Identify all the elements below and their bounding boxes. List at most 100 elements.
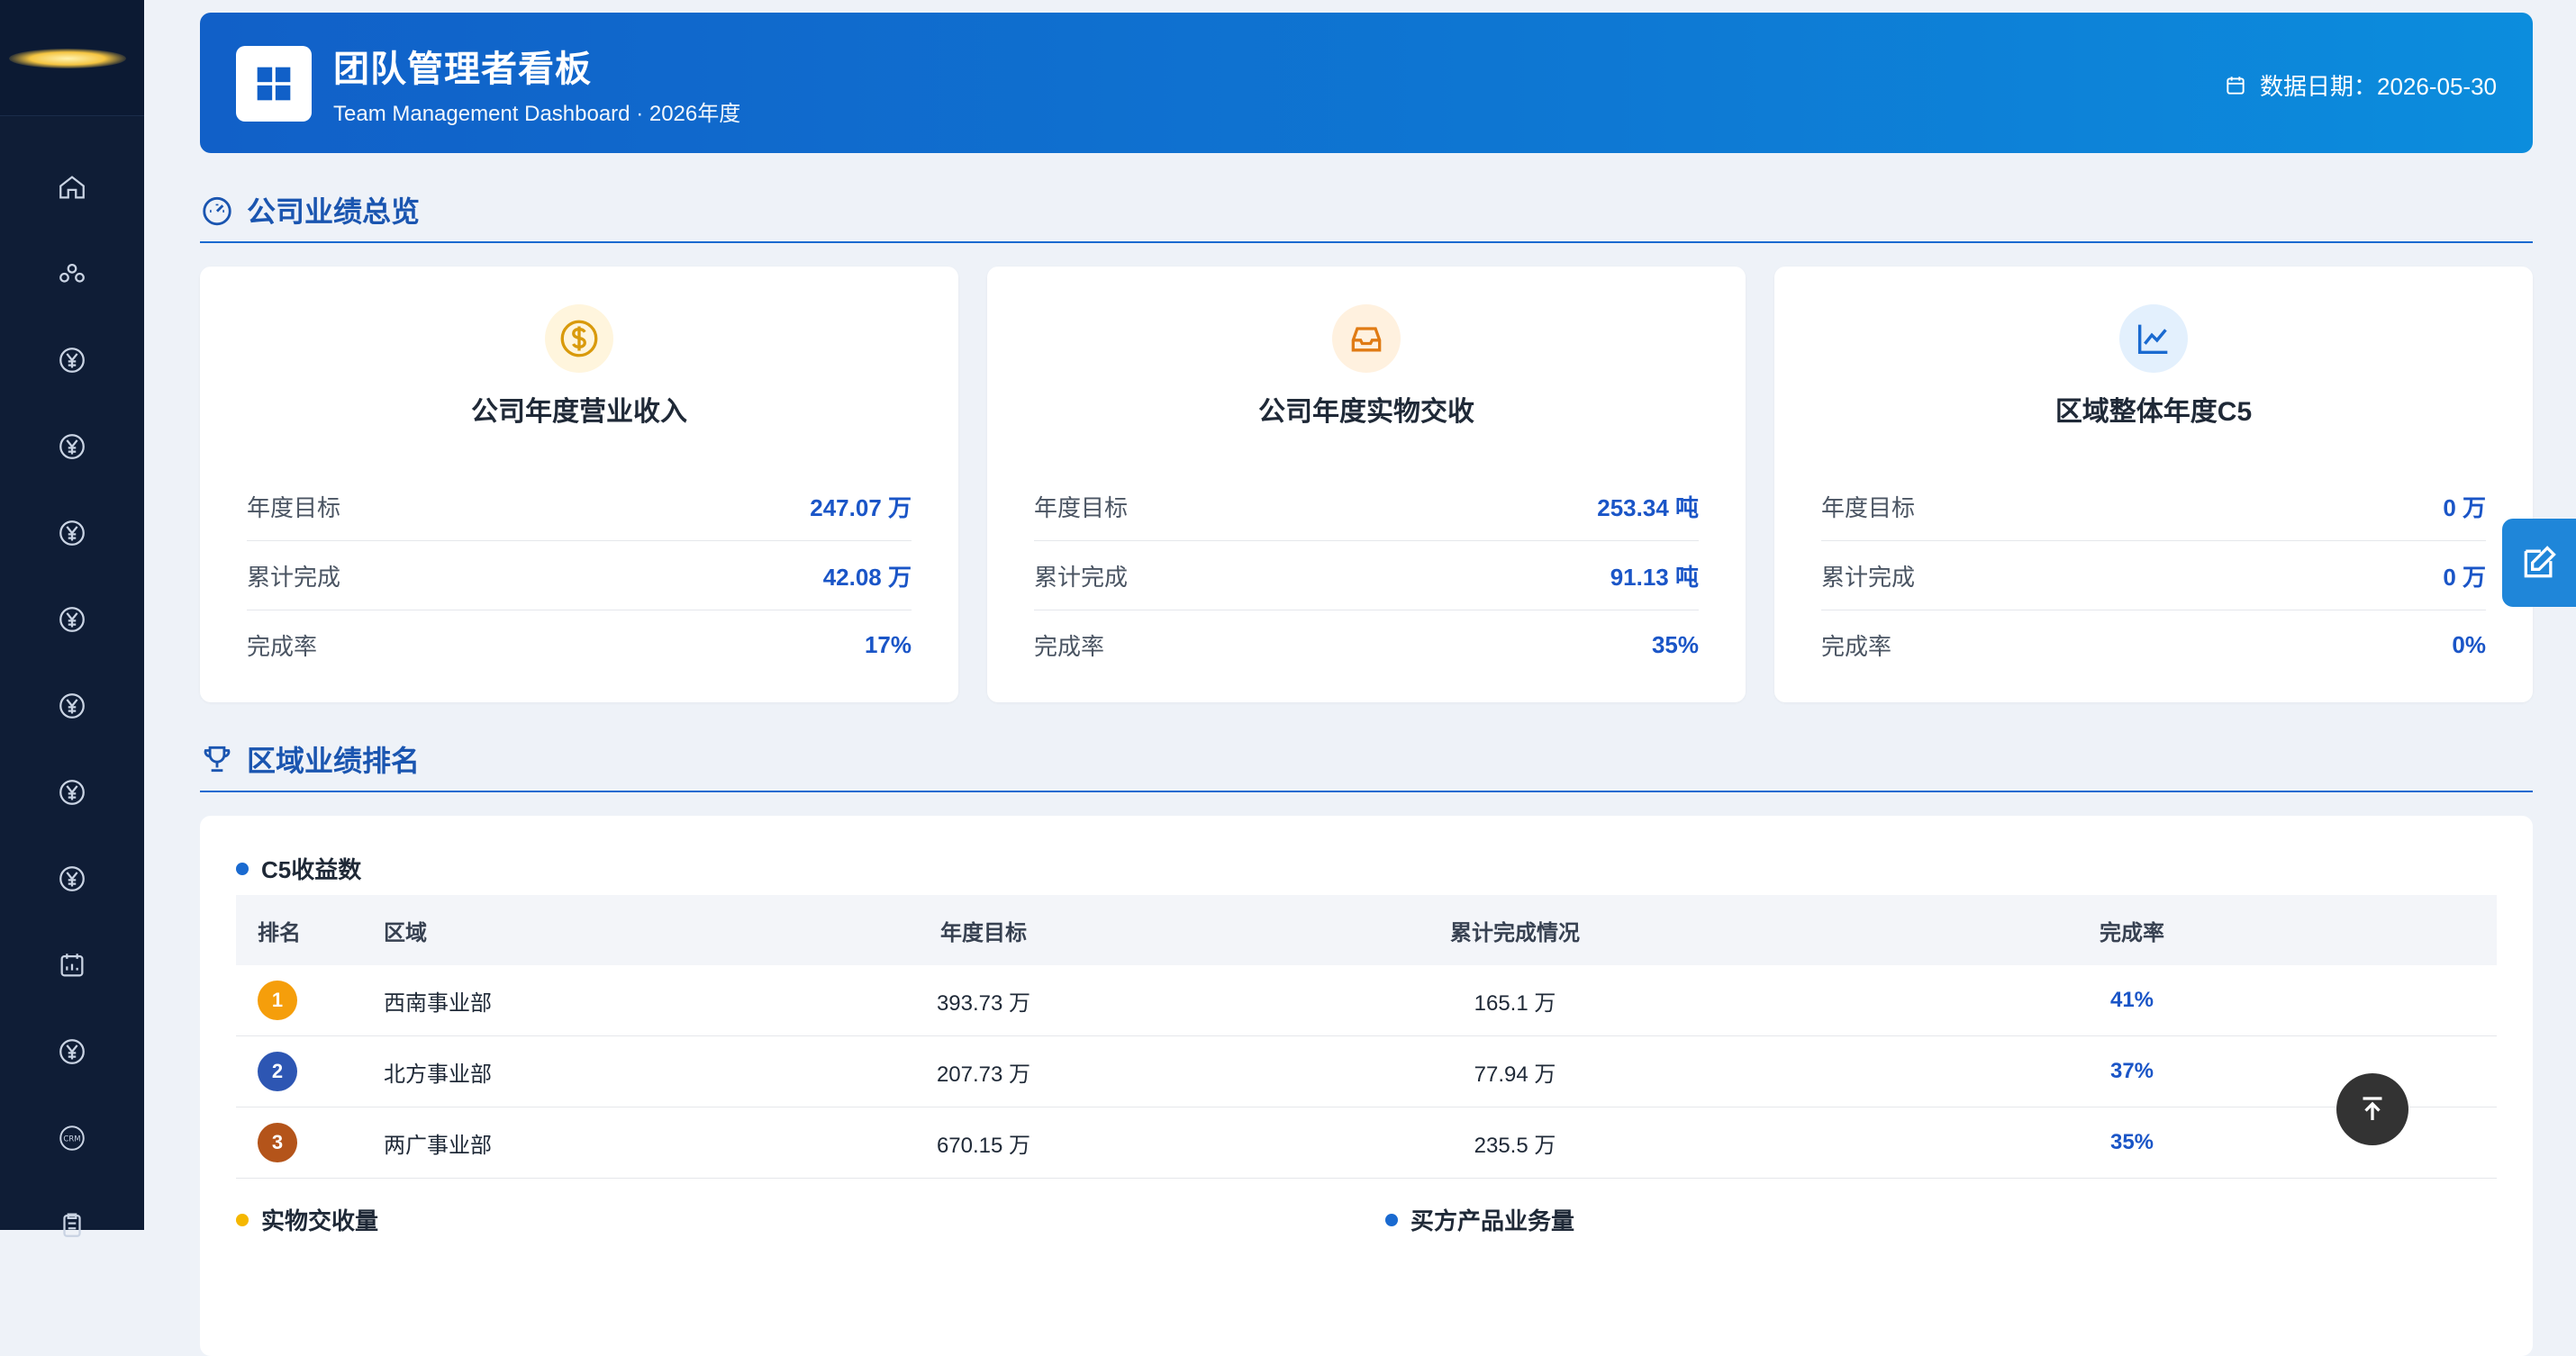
sidebar-item-finance-4[interactable]	[0, 576, 144, 663]
calendar-chart-icon	[60, 954, 84, 977]
logo[interactable]	[9, 49, 126, 68]
overview-section-header: 公司业绩总览	[200, 153, 2533, 243]
yen-icon	[59, 693, 85, 719]
col-region: 区域	[384, 920, 427, 945]
card-row-target: 年度目标 253.34 吨	[1034, 472, 1699, 541]
team-icon	[59, 263, 85, 283]
sidebar-item-crm[interactable]: CRM	[0, 1095, 144, 1181]
sidebar-item-finance-8[interactable]	[0, 1008, 144, 1095]
delivery-volume-title: 实物交收量	[236, 1203, 378, 1236]
ranking-section-header: 区域业绩排名	[200, 702, 2533, 792]
card-row-rate: 完成率 17%	[247, 610, 912, 679]
data-date-text: 数据日期：2026-05-30	[2260, 73, 2497, 100]
sidebar-item-finance-6[interactable]	[0, 749, 144, 836]
panel-title: C5收益数	[236, 852, 361, 885]
card-title: 公司年度实物交收	[1258, 397, 1474, 427]
calendar-icon	[2227, 76, 2245, 95]
sidebar-item-home[interactable]	[0, 144, 144, 231]
page-title: 团队管理者看板	[333, 50, 592, 89]
row-value: 0%	[2452, 630, 2486, 658]
card-row-done: 累计完成 0 万	[1821, 541, 2486, 610]
yen-icon	[59, 348, 85, 373]
edit-float-button[interactable]	[2502, 519, 2576, 607]
row-value: 253.34 吨	[1597, 493, 1699, 521]
done-cell: 235.5 万	[1263, 1107, 1767, 1179]
yen-icon	[59, 1039, 85, 1064]
rank-badge: 2	[258, 1052, 297, 1091]
card-title: 公司年度营业收入	[471, 397, 687, 427]
yen-icon	[59, 520, 85, 546]
row-value: 247.07 万	[810, 493, 912, 521]
grid-icon	[257, 67, 291, 101]
table-row: 1 西南事业部 393.73 万 165.1 万 41%	[236, 965, 2497, 1036]
row-label: 年度目标	[1034, 493, 1129, 521]
sidebar: CRM	[0, 0, 144, 1237]
row-label: 完成率	[1821, 632, 1892, 660]
rank-badge: 3	[258, 1123, 297, 1162]
yen-icon	[59, 607, 85, 632]
row-label: 完成率	[1034, 632, 1105, 660]
row-label: 完成率	[247, 632, 318, 660]
svg-text:CRM: CRM	[63, 1135, 80, 1144]
table-row: 3 两广事业部 670.15 万 235.5 万 35%	[236, 1107, 2497, 1179]
sidebar-item-finance-2[interactable]	[0, 403, 144, 490]
row-value: 91.13 吨	[1610, 563, 1699, 591]
sidebar-item-finance-1[interactable]	[0, 317, 144, 403]
row-value: 17%	[864, 630, 912, 658]
row-label: 累计完成	[247, 563, 341, 591]
page-subtitle: Team Management Dashboard · 2026年度	[333, 102, 741, 126]
rank-badge: 1	[258, 981, 297, 1020]
col-rank: 排名	[258, 920, 301, 945]
sidebar-nav: CRM	[0, 144, 144, 1268]
card-row-rate: 完成率 0%	[1821, 610, 2486, 679]
buyer-volume-title: 买方产品业务量	[1385, 1203, 1574, 1236]
card-title: 区域整体年度C5	[2054, 397, 2253, 427]
col-rate: 完成率	[2100, 920, 2164, 945]
ranking-section-title: 区域业绩排名	[247, 745, 421, 777]
card-row-done: 累计完成 42.08 万	[247, 541, 912, 610]
ranking-table: 排名 区域 年度目标 累计完成情况 完成率 1 西南事业部 393.73 万 1…	[236, 895, 2497, 1179]
target-cell: 670.15 万	[704, 1107, 1263, 1179]
overview-section-title: 公司业绩总览	[247, 195, 421, 228]
card-icon-wrap	[1332, 304, 1401, 373]
sidebar-item-finance-7[interactable]	[0, 836, 144, 922]
c5-ranking-panel: C5收益数 排名 区域 年度目标 累计完成情况 完成率 1 西南事业部 393.…	[200, 816, 2533, 1356]
col-target: 年度目标	[940, 920, 1027, 945]
clipboard-icon	[63, 1213, 81, 1237]
sidebar-item-finance-3[interactable]	[0, 490, 144, 576]
sidebar-item-clipboard[interactable]	[0, 1181, 144, 1268]
inbox-icon	[1351, 327, 1382, 352]
logo-area	[0, 0, 144, 116]
rate-cell: 41%	[1767, 965, 2497, 1036]
panel-title-text: C5收益数	[261, 856, 362, 883]
speedometer-icon	[203, 196, 231, 226]
target-cell: 207.73 万	[704, 1035, 1263, 1107]
overview-cards: 公司年度营业收入 年度目标 247.07 万 累计完成 42.08 万 完成率 17%…	[200, 267, 2533, 702]
yen-icon	[59, 434, 85, 459]
table-header-row: 排名 区域 年度目标 累计完成情况 完成率	[236, 895, 2497, 965]
card-row-target: 年度目标 0 万	[1821, 472, 2486, 541]
crm-icon: CRM	[59, 1125, 85, 1151]
c5-card: 区域整体年度C5 年度目标 0 万 累计完成 0 万 完成率 0%	[1774, 267, 2533, 702]
sidebar-item-finance-5[interactable]	[0, 663, 144, 749]
edit-icon	[2524, 546, 2556, 578]
row-value: 0 万	[2443, 493, 2486, 521]
done-cell: 165.1 万	[1263, 965, 1767, 1036]
arrow-up-to-line-icon	[2363, 1097, 2382, 1120]
sidebar-item-team[interactable]	[0, 231, 144, 317]
trend-chart-icon	[2137, 324, 2168, 355]
bullet-dot	[1385, 1213, 1398, 1226]
region-cell: 两广事业部	[362, 1107, 704, 1179]
back-to-top-button[interactable]	[2336, 1073, 2408, 1145]
col-done: 累计完成情况	[1450, 920, 1580, 945]
bullet-dot	[236, 1213, 249, 1226]
row-value: 42.08 万	[822, 563, 912, 591]
dashboard-logo	[236, 46, 312, 122]
yen-icon	[59, 780, 85, 805]
home-icon	[59, 176, 85, 199]
bullet-dot	[236, 862, 249, 875]
sidebar-item-calendar-chart[interactable]	[0, 922, 144, 1008]
row-label: 年度目标	[247, 493, 341, 521]
page-header: 团队管理者看板 Team Management Dashboard · 2026…	[200, 13, 2533, 153]
target-cell: 393.73 万	[704, 965, 1263, 1036]
